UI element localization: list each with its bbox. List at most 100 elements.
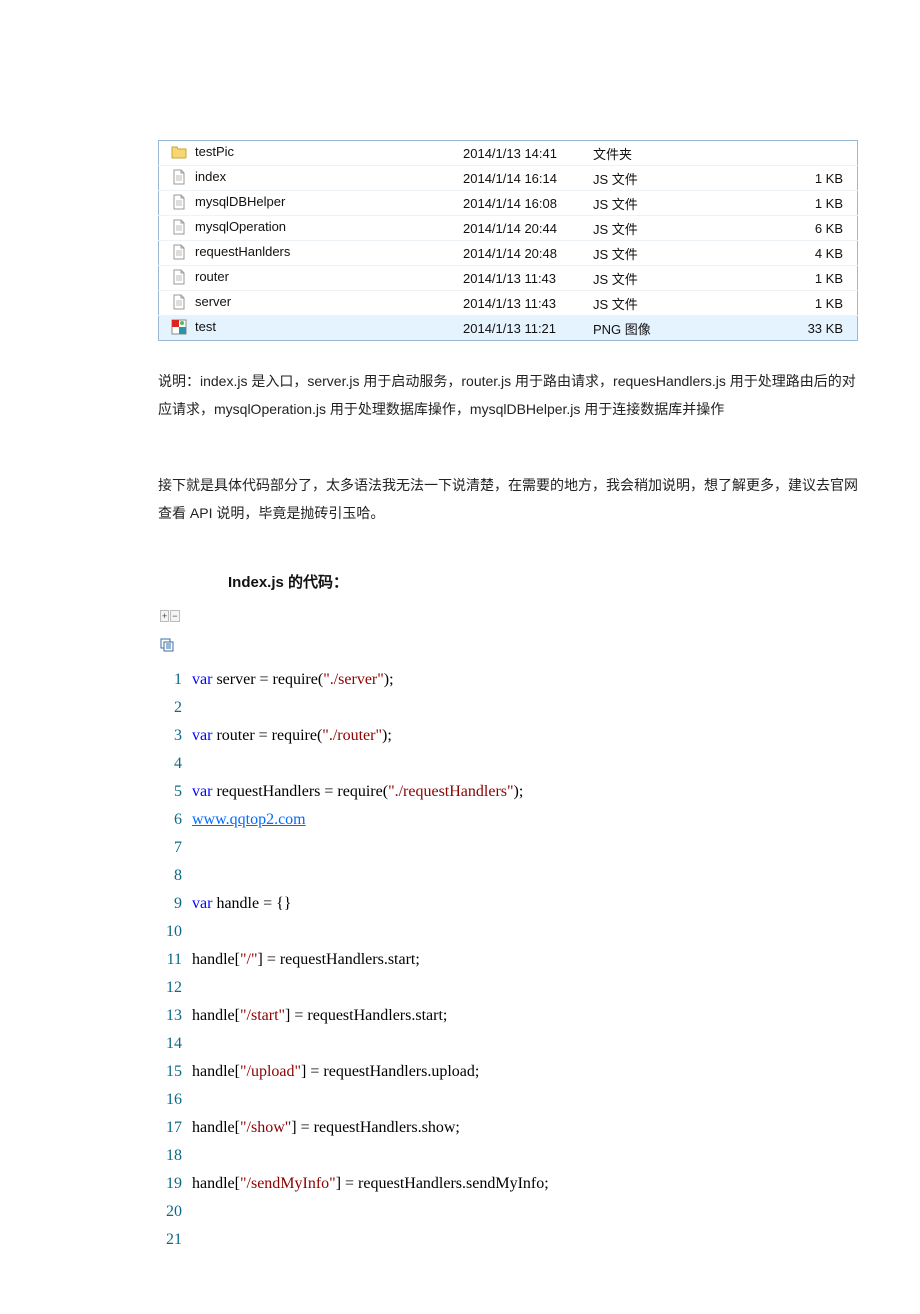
file-row[interactable]: requestHanlders 2014/1/14 20:48JS 文件4 KB	[159, 241, 858, 266]
line-number: 6	[158, 806, 192, 834]
file-row[interactable]: mysqlDBHelper2014/1/14 16:08JS 文件1 KB	[159, 191, 858, 216]
line-number: 15	[158, 1058, 192, 1086]
file-row[interactable]: index2014/1/14 16:14JS 文件1 KB	[159, 166, 858, 191]
description-paragraph-2: 接下就是具体代码部分了，太多语法我无法一下说清楚，在需要的地方，我会稍加说明，想…	[158, 471, 858, 527]
file-date: 2014/1/14 16:08	[459, 191, 589, 216]
file-name: mysqlDBHelper	[195, 194, 285, 209]
expand-icon[interactable]: +	[160, 610, 169, 622]
code-content: var requestHandlers = require("./request…	[192, 778, 523, 806]
file-icon	[171, 194, 187, 210]
file-name: server	[195, 294, 231, 309]
file-date: 2014/1/14 20:44	[459, 216, 589, 241]
file-list-table: testPic2014/1/13 14:41文件夹index2014/1/14 …	[158, 140, 858, 341]
code-line: 19handle["/sendMyInfo"] = requestHandler…	[158, 1170, 858, 1198]
code-toolbar: +−	[158, 600, 858, 632]
code-content: www.qqtop2.com	[192, 806, 306, 834]
code-line: 13handle["/start"] = requestHandlers.sta…	[158, 1002, 858, 1030]
description-paragraph-1: 说明：index.js 是入口，server.js 用于启动服务，router.…	[158, 367, 858, 423]
code-line: 15handle["/upload"] = requestHandlers.up…	[158, 1058, 858, 1086]
code-content: handle["/"] = requestHandlers.start;	[192, 946, 420, 974]
file-type: JS 文件	[589, 241, 689, 266]
line-number: 9	[158, 890, 192, 918]
folder-icon	[171, 144, 187, 160]
file-name: testPic	[195, 144, 234, 159]
file-row[interactable]: router 2014/1/13 11:43JS 文件1 KB	[159, 266, 858, 291]
code-content: var router = require("./router");	[192, 722, 392, 750]
png-icon	[171, 319, 187, 335]
file-type: JS 文件	[589, 266, 689, 291]
line-number: 19	[158, 1170, 192, 1198]
line-number: 1	[158, 666, 192, 694]
code-section-title: Index.js 的代码：	[158, 571, 858, 592]
code-line: 9var handle = {}	[158, 890, 858, 918]
file-name: router	[195, 269, 229, 284]
code-line: 20	[158, 1198, 858, 1226]
file-type: PNG 图像	[589, 316, 689, 341]
line-number: 14	[158, 1030, 192, 1058]
line-number: 18	[158, 1142, 192, 1170]
line-number: 8	[158, 862, 192, 890]
file-date: 2014/1/13 11:43	[459, 266, 589, 291]
code-line: 2	[158, 694, 858, 722]
code-line: 5var requestHandlers = require("./reques…	[158, 778, 858, 806]
file-size: 1 KB	[689, 291, 858, 316]
code-content: var handle = {}	[192, 890, 291, 918]
file-name: mysqlOperation	[195, 219, 286, 234]
line-number: 2	[158, 694, 192, 722]
code-line: 12	[158, 974, 858, 1002]
code-block: +− 1var server = require("./server");23v…	[158, 600, 858, 1254]
file-type: JS 文件	[589, 191, 689, 216]
code-content: var server = require("./server");	[192, 666, 394, 694]
file-date: 2014/1/13 11:21	[459, 316, 589, 341]
file-row[interactable]: testPic2014/1/13 14:41文件夹	[159, 141, 858, 166]
collapse-icon[interactable]: −	[170, 610, 179, 622]
file-size: 4 KB	[689, 241, 858, 266]
line-number: 7	[158, 834, 192, 862]
line-number: 17	[158, 1114, 192, 1142]
code-line: 3var router = require("./router");	[158, 722, 858, 750]
code-line: 16	[158, 1086, 858, 1114]
code-line: 17handle["/show"] = requestHandlers.show…	[158, 1114, 858, 1142]
code-line: 1var server = require("./server");	[158, 666, 858, 694]
file-icon	[171, 219, 187, 235]
file-size: 6 KB	[689, 216, 858, 241]
file-size	[689, 141, 858, 166]
file-name: index	[195, 169, 226, 184]
file-row[interactable]: test 2014/1/13 11:21PNG 图像33 KB	[159, 316, 858, 341]
line-number: 20	[158, 1198, 192, 1226]
file-size: 33 KB	[689, 316, 858, 341]
line-number: 21	[158, 1226, 192, 1254]
file-type: JS 文件	[589, 291, 689, 316]
code-content: handle["/upload"] = requestHandlers.uplo…	[192, 1058, 479, 1086]
line-number: 3	[158, 722, 192, 750]
line-number: 13	[158, 1002, 192, 1030]
code-line: 18	[158, 1142, 858, 1170]
file-name: test	[195, 319, 216, 334]
file-row[interactable]: server2014/1/13 11:43JS 文件1 KB	[159, 291, 858, 316]
code-content: handle["/start"] = requestHandlers.start…	[192, 1002, 447, 1030]
code-line: 7	[158, 834, 858, 862]
line-number: 16	[158, 1086, 192, 1114]
file-date: 2014/1/14 20:48	[459, 241, 589, 266]
line-number: 11	[158, 946, 192, 974]
line-number: 5	[158, 778, 192, 806]
external-link[interactable]: www.qqtop2.com	[192, 811, 306, 828]
code-line: 14	[158, 1030, 858, 1058]
code-content: handle["/sendMyInfo"] = requestHandlers.…	[192, 1170, 549, 1198]
code-content: handle["/show"] = requestHandlers.show;	[192, 1114, 460, 1142]
file-icon	[171, 169, 187, 185]
document-page: testPic2014/1/13 14:41文件夹index2014/1/14 …	[158, 140, 858, 1254]
code-line: 6www.qqtop2.com	[158, 806, 858, 834]
file-icon	[171, 244, 187, 260]
file-icon	[171, 269, 187, 285]
code-line: 21	[158, 1226, 858, 1254]
file-row[interactable]: mysqlOperation2014/1/14 20:44JS 文件6 KB	[159, 216, 858, 241]
file-size: 1 KB	[689, 166, 858, 191]
line-number: 10	[158, 918, 192, 946]
copy-icon[interactable]	[160, 634, 858, 662]
file-name: requestHanlders	[195, 244, 290, 259]
code-line: 8	[158, 862, 858, 890]
file-type: 文件夹	[589, 141, 689, 166]
line-number: 12	[158, 974, 192, 1002]
file-size: 1 KB	[689, 266, 858, 291]
